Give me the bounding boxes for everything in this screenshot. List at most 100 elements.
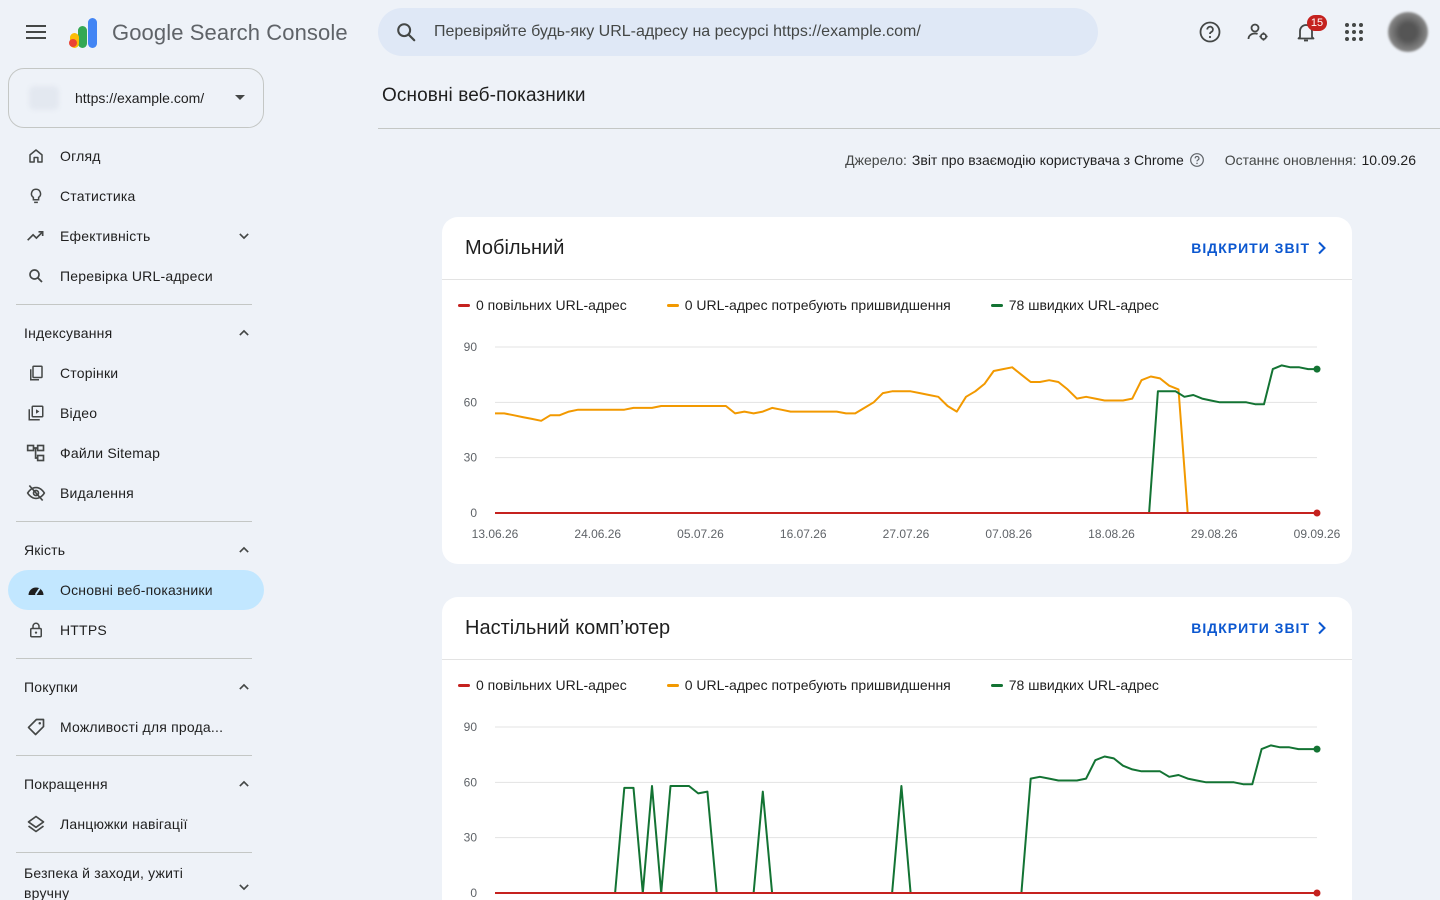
chevron-up-icon: [239, 329, 249, 336]
y-tick-label: 30: [464, 831, 478, 845]
tag-icon: [26, 717, 46, 737]
x-tick-label: 24.06.26: [574, 527, 621, 541]
sidebar-item-url-inspection[interactable]: Перевірка URL-адреси: [8, 256, 264, 296]
series-line: [495, 744, 1317, 894]
apps-grid-icon: [1345, 23, 1363, 41]
sidebar-item-core-web-vitals[interactable]: Основні веб-показники: [8, 570, 264, 610]
lock-icon: [26, 620, 46, 640]
section-title: Безпека й заходи, ужиті вручну: [24, 865, 184, 900]
sidebar-item-breadcrumbs[interactable]: Ланцюжки навігації: [8, 804, 264, 844]
sidebar-item-label: Ланцюжки навігації: [60, 816, 188, 832]
search-console-logo-icon: [69, 18, 97, 48]
section-shopping[interactable]: Покупки: [0, 667, 272, 707]
section-enhancements[interactable]: Покращення: [0, 764, 272, 804]
sidebar-item-label: Статистика: [60, 188, 136, 204]
x-tick-label: 05.07.26: [677, 527, 724, 541]
trending-up-icon: [26, 226, 46, 246]
y-tick-label: 60: [464, 775, 478, 789]
desktop-chart: 030609013.06.2624.06.2605.07.2616.07.262…: [464, 720, 1321, 900]
sidebar-item-pages[interactable]: Сторінки: [8, 353, 264, 393]
y-tick-label: 30: [464, 451, 478, 465]
sidebar-divider: [16, 755, 252, 756]
help-icon[interactable]: [1189, 152, 1205, 168]
sidebar-item-label: Можливості для прода...: [60, 719, 224, 735]
sidebar-divider: [16, 658, 252, 659]
user-settings-icon: [1247, 23, 1268, 41]
desktop-card: Настільний комп’ютер ВІДКРИТИ ЗВІТ 0 пов…: [442, 597, 1352, 900]
sidebar-divider: [16, 304, 252, 305]
main-menu-icon[interactable]: [24, 22, 48, 42]
dropdown-caret-icon: [235, 95, 245, 100]
section-title: Індексування: [24, 325, 113, 341]
sidebar-nav: Огляд Статистика Ефективність Перевірка …: [0, 136, 272, 900]
section-title: Якість: [24, 542, 66, 558]
mobile-chart: 0 30 60 90 13.06.26 24.06.26 05.07.26 16.07.26 2…: [464, 340, 1341, 541]
sidebar-item-label: HTTPS: [60, 622, 107, 638]
sidebar-item-insights[interactable]: Статистика: [8, 176, 264, 216]
apps-button[interactable]: [1330, 8, 1378, 56]
search-input[interactable]: [434, 23, 1074, 41]
sidebar-item-sitemaps[interactable]: Файли Sitemap: [8, 433, 264, 473]
series-end-point: [1313, 509, 1321, 517]
series-end-point: [1313, 745, 1321, 753]
series-end-point: [1313, 365, 1321, 373]
top-bar: Google Search Console 15: [0, 0, 1440, 64]
source-label: Джерело:: [845, 152, 907, 168]
sidebar-item-overview[interactable]: Огляд: [8, 136, 264, 176]
help-button[interactable]: [1186, 8, 1234, 56]
sidebar-item-label: Відео: [60, 405, 98, 421]
section-security[interactable]: Безпека й заходи, ужиті вручну: [0, 861, 272, 900]
notification-badge: 15: [1307, 15, 1327, 31]
report-source: Джерело: Звіт про взаємодію користувача …: [845, 152, 1416, 168]
speedometer-icon: [26, 580, 46, 600]
eye-off-icon: [26, 483, 46, 503]
sidebar-item-label: Перевірка URL-адреси: [60, 268, 213, 284]
x-tick-label: 07.08.26: [985, 527, 1032, 541]
sidebar-divider: [16, 852, 252, 853]
sidebar-item-label: Огляд: [60, 148, 101, 164]
chevron-up-icon: [239, 683, 249, 690]
chevron-up-icon: [239, 546, 249, 553]
y-tick-label: 0: [470, 886, 477, 900]
sidebar-item-https[interactable]: HTTPS: [8, 610, 264, 650]
property-url: https://example.com/: [75, 90, 205, 106]
x-tick-label: 16.07.26: [780, 527, 827, 541]
series-line: [495, 366, 1317, 514]
account-avatar[interactable]: [1388, 12, 1428, 52]
chevron-up-icon: [239, 780, 249, 787]
sidebar-item-merchant-listings[interactable]: Можливості для прода...: [8, 707, 264, 747]
section-quality[interactable]: Якість: [0, 530, 272, 570]
top-actions: 15: [1186, 8, 1440, 56]
url-inspect-search[interactable]: [378, 8, 1098, 56]
mobile-card: Мобільний ВІДКРИТИ ЗВІТ 0 повільних URL-…: [442, 217, 1352, 564]
x-tick-label: 27.07.26: [883, 527, 930, 541]
property-favicon: [29, 86, 59, 110]
series-line: [495, 364, 1317, 514]
sidebar-divider: [16, 521, 252, 522]
sidebar: https://example.com/ Огляд Статистика Еф…: [0, 64, 272, 900]
notifications-button[interactable]: 15: [1282, 8, 1330, 56]
x-tick-label: 29.08.26: [1191, 527, 1238, 541]
y-tick-label: 0: [470, 506, 477, 520]
property-selector[interactable]: https://example.com/: [8, 68, 264, 128]
y-tick-label: 90: [464, 340, 478, 354]
help-icon: [1199, 21, 1221, 43]
sidebar-item-label: Ефективність: [60, 228, 151, 244]
sidebar-item-removals[interactable]: Видалення: [8, 473, 264, 513]
sidebar-item-video[interactable]: Відео: [8, 393, 264, 433]
sitemap-icon: [26, 443, 46, 463]
search-icon: [378, 21, 434, 43]
sidebar-item-performance[interactable]: Ефективність: [8, 216, 264, 256]
x-tick-label: 09.09.26: [1294, 527, 1341, 541]
updated-value: 10.09.26: [1361, 152, 1417, 168]
home-icon: [26, 146, 46, 166]
search-console-logo[interactable]: Google Search Console: [66, 16, 348, 50]
lightbulb-icon: [26, 186, 46, 206]
section-indexing[interactable]: Індексування: [0, 313, 272, 353]
chevron-down-icon: [239, 233, 249, 240]
y-tick-label: 90: [464, 720, 478, 734]
sidebar-item-label: Основні веб-показники: [60, 582, 213, 598]
app-title: Google Search Console: [112, 20, 348, 45]
section-title: Покупки: [24, 679, 79, 695]
user-settings-button[interactable]: [1234, 8, 1282, 56]
